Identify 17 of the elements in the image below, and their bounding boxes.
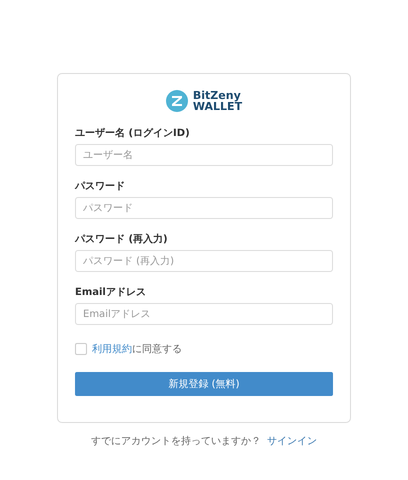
input-field[interactable]: ユーザー名: [75, 144, 333, 166]
field-label: パスワード (再入力): [75, 232, 169, 246]
terms-link[interactable]: 利用規約: [92, 344, 132, 355]
signin-link[interactable]: サインイン: [267, 436, 317, 447]
register-button[interactable]: 新規登録 (無料): [75, 372, 333, 396]
logo-name: BitZeny: [192, 90, 242, 101]
signin-prompt: すでにアカウントを持っていますか？ サインイン: [91, 434, 317, 448]
field-label: パスワード: [75, 180, 126, 193]
field-label: Emailアドレス: [75, 286, 147, 299]
logo-icon: [166, 90, 188, 112]
input-field[interactable]: Emailアドレス: [75, 303, 333, 325]
input-field[interactable]: パスワード (再入力): [75, 250, 333, 272]
input-field[interactable]: パスワード: [75, 197, 333, 219]
logo-subtitle: WALLET: [192, 101, 242, 112]
terms-text: 利用規約に同意する: [92, 342, 182, 356]
terms-checkbox[interactable]: [75, 343, 87, 355]
field-label: ユーザー名 (ログインID): [75, 126, 191, 140]
